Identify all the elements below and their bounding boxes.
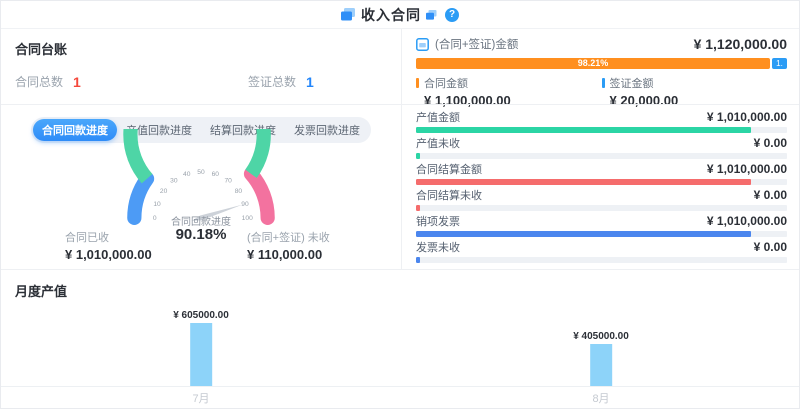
metric-value: ¥ 1,010,000.00 (707, 162, 787, 176)
metric-label: 产值未收 (416, 135, 460, 151)
visa-total-label: 签证总数 (248, 73, 296, 90)
contract-folder-icon (341, 8, 356, 21)
metric-bar-track (416, 205, 787, 211)
bar-value-label: ¥ 605000.00 (173, 310, 229, 321)
bar-value-label: ¥ 405000.00 (573, 331, 629, 342)
metric-bar-fill (416, 231, 751, 237)
amount-doc-icon (416, 38, 429, 51)
gauge-tick-label: 40 (183, 171, 191, 178)
metric-bar-fill (416, 257, 420, 263)
gauge-tick-label: 80 (235, 188, 243, 195)
metric-value: ¥ 1,010,000.00 (707, 110, 787, 124)
bar (590, 344, 612, 386)
page-header: 收入合同 ? (1, 1, 799, 29)
metric-value: ¥ 0.00 (754, 240, 787, 254)
gauge-segment (134, 179, 147, 218)
metric-bar-track (416, 153, 787, 159)
visa-amount-swatch (602, 78, 605, 88)
visa-amount-label: 签证金额 (610, 75, 654, 91)
metric-value: ¥ 1,010,000.00 (707, 214, 787, 228)
metric-value: ¥ 0.00 (754, 188, 787, 202)
monthly-output-card: 月度产值 ¥ 605000.007月¥ 405000.008月 (1, 269, 800, 409)
bar-month-label: 7月 (192, 390, 209, 406)
contract-ledger-card: 合同台账 合同总数 1 签证总数 1 (1, 29, 401, 104)
metric-bar-track (416, 231, 787, 237)
amount-summary-total: ¥ 1,120,000.00 (694, 36, 787, 52)
metric-row: 产值金额 ¥ 1,010,000.00 (416, 110, 787, 133)
gauge-tick-label: 10 (153, 201, 161, 208)
monthly-output-chart: ¥ 605000.007月 ¥ 405000.008月 (1, 300, 800, 387)
gauge-tick-label: 70 (224, 178, 232, 185)
amount-summary-row: (合同+签证)金额 ¥ 1,120,000.00 (416, 36, 787, 52)
amount-summary-card: (合同+签证)金额 ¥ 1,120,000.00 98.21% 1. 合同金额 … (401, 29, 800, 104)
gauge-tick-label: 20 (160, 188, 168, 195)
metric-label: 合同结算金额 (416, 161, 482, 177)
ledger-stats: 合同总数 1 签证总数 1 (15, 73, 387, 91)
metric-bar-fill (416, 179, 751, 185)
monthly-output-title: 月度产值 (15, 281, 787, 300)
amount-progress-bar: 98.21% 1. (416, 58, 787, 69)
metric-bar-fill (416, 127, 751, 133)
income-contract-dashboard: 收入合同 ? 合同台账 合同总数 1 签证总数 1 (合同+签证)金额 ¥ 1,… (0, 0, 800, 409)
metric-row: 合同结算金额 ¥ 1,010,000.00 (416, 162, 787, 185)
metric-bar-fill (416, 205, 420, 211)
visa-total-value: 1 (306, 74, 314, 90)
metric-label: 合同结算未收 (416, 187, 482, 203)
contract-amount-label: 合同金额 (424, 75, 468, 91)
gauge-tick-label: 90 (241, 201, 249, 208)
contract-total-stat: 合同总数 1 (15, 73, 81, 90)
bar-group: ¥ 405000.008月 (573, 331, 629, 386)
contract-amount-swatch (416, 78, 419, 88)
metric-label: 发票未收 (416, 239, 460, 255)
visa-total-stat: 签证总数 1 (248, 73, 314, 90)
unreceived-stat: (合同+签证) 未收 ¥ 110,000.00 (247, 229, 330, 262)
gauge-value: 90.18% (1, 226, 401, 243)
bar-month-label: 8月 (592, 390, 609, 406)
gauge-tick-label: 30 (170, 178, 178, 185)
metric-bar-track (416, 179, 787, 185)
unreceived-label: (合同+签证) 未收 (247, 229, 330, 245)
contract-amount-segment: 98.21% (416, 58, 770, 69)
contract-total-label: 合同总数 (15, 73, 63, 90)
received-stat: 合同已收 ¥ 1,010,000.00 (65, 229, 152, 262)
received-label: 合同已收 (65, 229, 152, 245)
amount-summary-label: (合同+签证)金额 (435, 36, 518, 52)
page-title: 收入合同 (361, 5, 421, 25)
ledger-title: 合同台账 (15, 39, 387, 58)
gauge-tick-label: 60 (212, 171, 220, 178)
amount-metrics-list: 产值金额 ¥ 1,010,000.00 产值未收 ¥ 0.00 合同结算金额 ¥ 1,01… (401, 104, 800, 269)
unreceived-value: ¥ 110,000.00 (247, 247, 330, 262)
contract-total-value: 1 (73, 74, 81, 90)
metric-bar-track (416, 127, 787, 133)
recovery-progress-card: 合同回款进度产值回款进度结算回款进度发票回款进度 010203040506070… (1, 104, 401, 269)
metric-label: 产值金额 (416, 109, 460, 125)
metric-bar-fill (416, 153, 420, 159)
metric-bar-track (416, 257, 787, 263)
metric-value: ¥ 0.00 (754, 136, 787, 150)
metric-row: 产值未收 ¥ 0.00 (416, 136, 787, 159)
received-value: ¥ 1,010,000.00 (65, 247, 152, 262)
contract-mini-icon (426, 10, 437, 20)
metric-row: 合同结算未收 ¥ 0.00 (416, 188, 787, 211)
gauge-segment (251, 174, 268, 218)
metric-row: 销项发票 ¥ 1,010,000.00 (416, 214, 787, 237)
help-icon[interactable]: ? (445, 8, 459, 22)
metric-label: 销项发票 (416, 213, 460, 229)
bar-group: ¥ 605000.007月 (173, 310, 229, 386)
metric-row: 发票未收 ¥ 0.00 (416, 240, 787, 263)
bar (190, 323, 212, 386)
gauge-tick-label: 50 (197, 169, 205, 176)
visa-amount-segment: 1. (772, 58, 787, 69)
